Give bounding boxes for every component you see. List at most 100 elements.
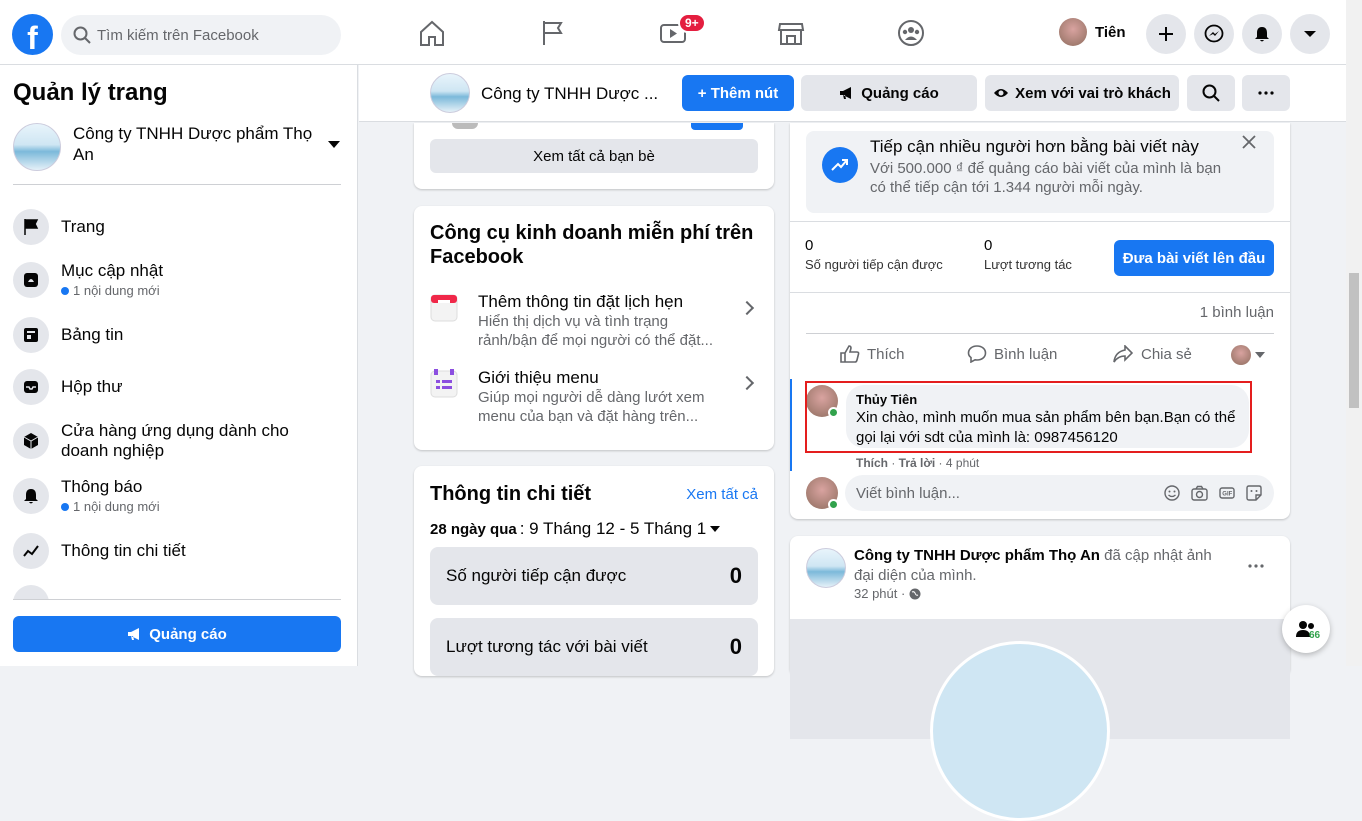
sidebar-item-insights[interactable]: Thông tin chi tiết [13, 533, 186, 569]
bell-icon [24, 488, 38, 503]
page-avatar[interactable] [430, 73, 470, 113]
video-notification-badge: 9+ [678, 13, 706, 33]
account-menu-button[interactable] [1290, 14, 1330, 54]
post-meta: 32 phút · [854, 586, 921, 601]
chevron-right-icon[interactable] [739, 375, 755, 391]
share-label: Chia sẻ [1141, 345, 1192, 363]
stat-label: Lượt tương tác với bài viết [446, 637, 648, 656]
like-button[interactable]: Thích [840, 345, 905, 363]
period-range: : 9 Tháng 12 - 5 Tháng 1 [519, 519, 707, 538]
sidebar-item-partial [13, 585, 49, 599]
search-input[interactable]: Tìm kiếm trên Facebook [61, 15, 341, 55]
insights-see-all-link[interactable]: Xem tất cả [686, 486, 758, 503]
period-label: 28 ngày qua [430, 520, 517, 538]
sidebar-item-feed[interactable]: Bảng tin [13, 317, 123, 353]
camera-icon[interactable] [1191, 485, 1208, 501]
create-ad-button[interactable]: Quảng cáo [13, 616, 341, 652]
sidebar-item-label: Mục cập nhật [61, 261, 164, 280]
comment-count[interactable]: 1 bình luận [1200, 304, 1274, 321]
plus-icon [1159, 27, 1173, 41]
calendar-icon [430, 294, 458, 322]
page-title[interactable]: Công ty TNHH Dược ... [481, 84, 658, 104]
post-as-selector[interactable] [1231, 345, 1265, 365]
profile-photo-area[interactable] [790, 619, 1290, 821]
post-page-name[interactable]: Công ty TNHH Dược phẩm Thọ An [854, 547, 1100, 564]
thumbs-up-icon [840, 345, 860, 363]
post-headline: Công ty TNHH Dược phẩm Thọ An đã cập nhậ… [854, 546, 1234, 586]
caret-down-icon[interactable] [328, 141, 340, 148]
promote-button[interactable]: Quảng cáo [801, 75, 977, 111]
divider [13, 184, 341, 185]
sidebar-item-notifications[interactable]: Thông báo 1 nội dung mới [13, 477, 160, 514]
comment-reply-link[interactable]: Trả lời [899, 456, 936, 470]
sidebar-item-label: Hộp thư [61, 377, 123, 396]
profile-photo [930, 641, 1110, 821]
promote-label: Quảng cáo [861, 84, 939, 102]
profile-shortcut[interactable]: Tiên [1059, 18, 1126, 46]
insights-title: Thông tin chi tiết [430, 483, 592, 505]
new-content-note: 1 nội dung mới [61, 499, 160, 514]
top-navigation-bar: f Tìm kiếm trên Facebook 9+ Tiên [0, 0, 1346, 65]
more-options-button[interactable] [1242, 75, 1290, 111]
page-switcher[interactable]: Công ty TNHH Dược phẩm Thọ An [13, 123, 343, 171]
gif-icon[interactable]: GIF [1219, 485, 1235, 501]
more-dots-icon[interactable] [1248, 564, 1264, 568]
divider [13, 599, 341, 600]
scrollbar-thumb[interactable] [1349, 273, 1359, 408]
news-updates-icon [24, 272, 38, 287]
tool-item-appointments[interactable]: Thêm thông tin đặt lịch hẹn Hiển thị dịch… [430, 292, 728, 350]
new-content-note: 1 nội dung mới [61, 283, 163, 298]
period-selector[interactable]: 28 ngày qua : 9 Tháng 12 - 5 Tháng 1 [430, 519, 721, 539]
search-icon [1202, 84, 1220, 102]
notifications-button[interactable] [1242, 14, 1282, 54]
marketplace-icon[interactable] [776, 18, 806, 48]
comment-button[interactable]: Bình luận [967, 345, 1057, 363]
groups-icon[interactable] [896, 18, 926, 48]
close-icon[interactable] [1242, 135, 1256, 149]
sidebar-item-updates[interactable]: Mục cập nhật 1 nội dung mới [13, 261, 163, 298]
page-avatar[interactable] [806, 548, 846, 588]
megaphone-icon [840, 87, 852, 99]
sticker-icon[interactable] [1246, 485, 1262, 501]
profile-update-post: Công ty TNHH Dược phẩm Thọ An đã cập nhậ… [790, 536, 1290, 821]
share-button[interactable]: Chia sẻ [1113, 345, 1192, 363]
boost-post-button[interactable]: Đưa bài viết lên đầu [1114, 240, 1274, 276]
reach-value: 0 [805, 237, 814, 254]
post-time[interactable]: 32 phút [854, 586, 897, 601]
engagement-stat[interactable]: Lượt tương tác với bài viết 0 [430, 618, 758, 676]
comment-actions: Thích · Trả lời · 4 phút [856, 456, 980, 470]
profile-name: Tiên [1095, 23, 1126, 41]
page-search-button[interactable] [1187, 75, 1235, 111]
view-as-visitor-button[interactable]: Xem với vai trò khách [985, 75, 1179, 111]
engagement-label: Lượt tương tác [984, 257, 1072, 272]
sidebar-item-business-apps[interactable]: Cửa hàng ứng dụng dành cho doanh nghiệp [13, 421, 311, 461]
divider [806, 333, 1274, 334]
reach-stat[interactable]: Số người tiếp cận được 0 [430, 547, 758, 605]
business-tools-title: Công cụ kinh doanh miễn phí trên Faceboo… [430, 222, 754, 268]
caret-down-icon [710, 526, 721, 532]
sidebar-item-page[interactable]: Trang [13, 209, 105, 245]
friend-avatar [452, 123, 478, 129]
flag-pages-icon[interactable] [538, 18, 568, 48]
view-as-label: Xem với vai trò khách [1015, 84, 1171, 102]
search-icon [73, 26, 91, 44]
create-button[interactable] [1146, 14, 1186, 54]
eye-icon [994, 89, 1009, 97]
write-comment-input[interactable]: Viết bình luận... [845, 475, 1274, 511]
comment-like-link[interactable]: Thích [856, 456, 888, 470]
sidebar-item-inbox[interactable]: Hộp thư [13, 369, 122, 405]
contacts-chat-button[interactable]: 66 [1282, 605, 1330, 653]
tool-item-menu[interactable]: Giới thiệu menu Giúp mọi người dễ dàng lư… [430, 368, 728, 426]
like-label: Thích [867, 345, 905, 363]
search-placeholder: Tìm kiếm trên Facebook [97, 26, 259, 44]
chevron-right-icon[interactable] [739, 300, 755, 316]
see-all-friends-button[interactable]: Xem tất cả bạn bè [430, 139, 758, 173]
messenger-button[interactable] [1194, 14, 1234, 54]
home-icon[interactable] [417, 18, 447, 48]
add-button[interactable]: + Thêm nút [682, 75, 794, 111]
partial-button[interactable] [691, 123, 743, 130]
facebook-logo-icon[interactable]: f [12, 14, 53, 55]
emoji-icon[interactable] [1164, 485, 1180, 501]
flag-icon [24, 219, 39, 235]
inbox-icon [24, 381, 38, 393]
